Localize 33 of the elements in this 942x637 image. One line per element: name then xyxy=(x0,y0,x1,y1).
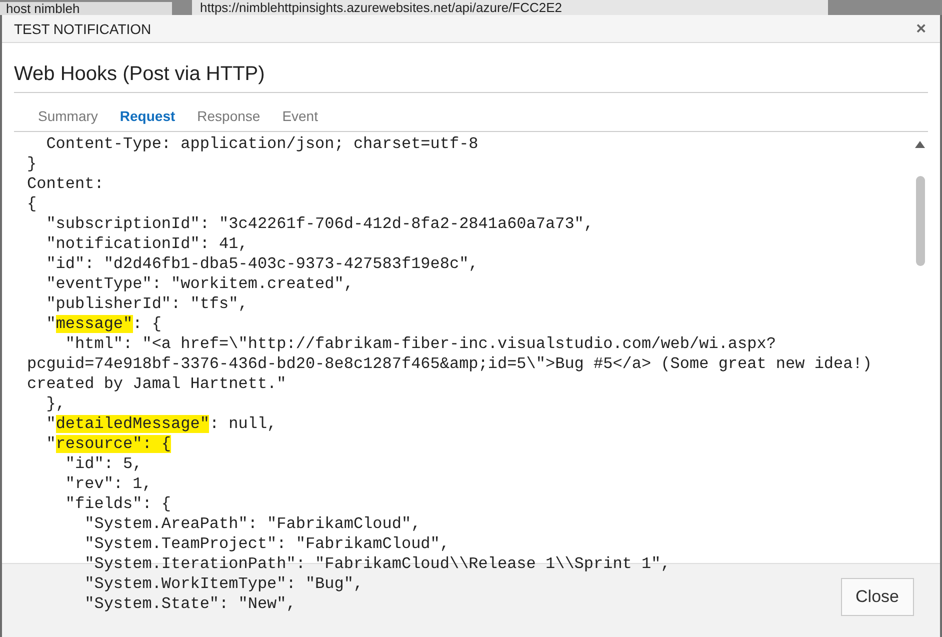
dialog-heading: Web Hooks (Post via HTTP) xyxy=(14,63,928,93)
tab[interactable]: Event xyxy=(272,107,328,125)
code-line: "rev": 1, xyxy=(64,474,152,494)
tab[interactable]: Response xyxy=(187,107,270,125)
code-line: Content: xyxy=(27,174,104,194)
browser-tab[interactable]: host nimbleh xyxy=(0,2,172,15)
code-line: } xyxy=(27,154,37,174)
code-line: "notificationId": 41, xyxy=(45,234,248,254)
code-line: "System.TeamProject": "FabrikamCloud", xyxy=(84,534,450,554)
code-line: "publisherId": "tfs", xyxy=(45,294,248,314)
dialog-title: TEST NOTIFICATION xyxy=(14,20,152,36)
code-line: Content-Type: application/json; charset=utf-8 xyxy=(45,134,478,154)
close-button[interactable]: Close xyxy=(840,578,914,616)
address-field[interactable]: https://nimblehttpinsights.azurewebsites.net/api/azure/FCC2E2 xyxy=(192,0,828,15)
code-line: "System.WorkItemType": "Bug", xyxy=(84,574,364,594)
tab[interactable]: Request xyxy=(110,107,186,125)
code-line: "html": "<a href=\"http://fabrikam-fiber-inc.visualstudio.com/web/wi.aspx? xyxy=(64,334,776,354)
code-line: { xyxy=(27,194,37,214)
code-line: "System.IterationPath": "FabrikamCloud\\Release 1\\Sprint 1", xyxy=(84,554,670,574)
code-line: "id": "d2d46fb1-dba5-403c-9373-427583f19e8c", xyxy=(45,254,478,274)
code-line: }, xyxy=(45,394,66,414)
tab[interactable]: Summary xyxy=(28,107,108,125)
code-line: created by Jamal Hartnett." xyxy=(27,374,286,394)
code-line: pcguid=74e918bf-3376-436d-bd20-8e8c1287f465&amp;id=5\">Bug #5</a> (Some great new idea!) xyxy=(27,354,872,374)
scrollbar-thumb[interactable] xyxy=(916,176,924,266)
code-line: "fields": { xyxy=(64,494,172,514)
code-line: "System.State": "New", xyxy=(84,594,296,614)
code-line: "eventType": "workitem.created", xyxy=(45,274,354,294)
code-line: "System.AreaPath": "FabrikamCloud", xyxy=(84,514,421,534)
code-line: "subscriptionId": "3c42261f-706d-412d-8fa2-2841a60a7a73", xyxy=(45,214,594,234)
close-button[interactable]: × xyxy=(914,18,928,38)
code-line: "id": 5, xyxy=(64,454,142,474)
scroll-up-icon[interactable] xyxy=(915,140,925,148)
